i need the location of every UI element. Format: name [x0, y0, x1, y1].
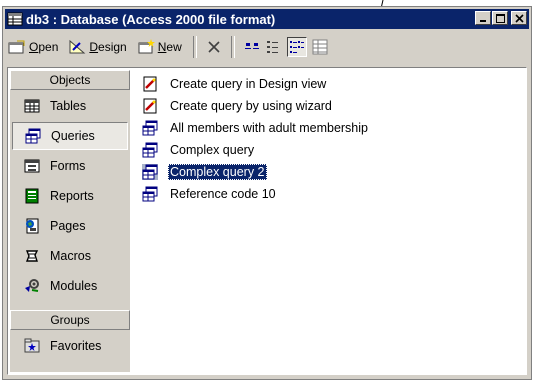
sidebar-item-label: Reports	[50, 189, 94, 203]
minimize-icon	[480, 20, 486, 22]
query-icon	[25, 128, 41, 144]
sidebar-item-pages[interactable]: Pages	[12, 212, 128, 240]
report-icon	[25, 188, 39, 204]
details-view-button[interactable]	[311, 38, 329, 56]
list-item[interactable]: Create query in Design view	[142, 74, 370, 94]
objects-bar: Objects Tables Queries Forms Reports Pag…	[10, 70, 130, 372]
page-icon	[26, 218, 39, 234]
database-window-icon	[7, 12, 23, 26]
objects-header[interactable]: Objects	[10, 70, 130, 90]
small-icons-view-button[interactable]	[265, 38, 283, 56]
list-item-label: Complex query 2	[168, 164, 267, 180]
list-item[interactable]: Reference code 10	[142, 184, 370, 204]
list-item-label: All members with adult membership	[170, 121, 368, 135]
new-label: New	[157, 40, 182, 54]
open-icon	[8, 40, 25, 54]
module-icon	[25, 279, 39, 292]
list-item-selected[interactable]: Complex query 2	[142, 162, 370, 182]
list-item[interactable]: Complex query	[142, 140, 370, 160]
list-view-icon	[289, 41, 304, 53]
toolbar-separator	[230, 36, 235, 58]
sidebar-item-label: Macros	[50, 249, 91, 263]
details-view-icon	[312, 39, 328, 55]
query-icon	[142, 120, 158, 136]
wizard-icon	[143, 98, 157, 114]
title-bar[interactable]: db3 : Database (Access 2000 file format)	[5, 9, 529, 29]
list-view-button[interactable]	[286, 37, 307, 57]
sidebar-item-label: Pages	[50, 219, 86, 233]
macro-icon	[25, 250, 39, 262]
open-label: Open	[29, 40, 59, 54]
list-item-label: Create query in Design view	[170, 77, 327, 91]
toolbar: Open Design New	[5, 33, 529, 61]
sidebar-item-queries[interactable]: Queries	[12, 122, 128, 150]
list-item-label: Complex query	[170, 143, 255, 157]
design-icon	[69, 39, 86, 54]
toolbar-separator	[192, 36, 197, 58]
sidebar-item-forms[interactable]: Forms	[12, 152, 128, 180]
delete-icon	[208, 41, 220, 53]
sidebar-item-label: Forms	[50, 159, 86, 173]
sidebar-item-reports[interactable]: Reports	[12, 182, 128, 210]
object-list: Create query in Design view Create query…	[142, 74, 370, 206]
groups-header[interactable]: Groups	[10, 310, 130, 330]
sidebar-item-tables[interactable]: Tables	[12, 92, 128, 120]
large-icons-view-icon	[244, 43, 259, 49]
design-view-wizard-icon	[143, 76, 157, 92]
new-icon	[138, 39, 155, 54]
table-icon	[24, 99, 40, 113]
open-button[interactable]: Open	[5, 37, 61, 57]
list-item-label: Create query by using wizard	[170, 99, 332, 113]
large-icons-view-button[interactable]	[243, 38, 261, 56]
minimize-button[interactable]	[475, 11, 491, 25]
favorites-icon	[24, 338, 40, 353]
list-item-label: Reference code 10	[170, 187, 276, 201]
new-button[interactable]: New	[134, 37, 185, 57]
query-icon	[142, 186, 158, 202]
query-icon	[142, 164, 158, 180]
sidebar-item-modules[interactable]: Modules	[12, 272, 128, 300]
sidebar-item-label: Modules	[50, 279, 98, 293]
maximize-button[interactable]	[492, 11, 508, 25]
list-item[interactable]: Create query by using wizard	[142, 96, 370, 116]
small-icons-view-icon	[266, 41, 278, 53]
maximize-icon	[495, 13, 505, 23]
sidebar-item-label: Favorites	[50, 339, 102, 353]
design-label: Design	[89, 40, 127, 54]
close-button[interactable]	[511, 11, 527, 25]
window-controls	[474, 11, 527, 25]
form-icon	[24, 159, 40, 173]
close-icon	[514, 13, 524, 23]
list-item[interactable]: All members with adult membership	[142, 118, 370, 138]
query-icon	[142, 142, 158, 158]
sidebar-item-macros[interactable]: Macros	[12, 242, 128, 270]
database-window: db3 : Database (Access 2000 file format)…	[2, 6, 532, 380]
database-body: Objects Tables Queries Forms Reports Pag…	[7, 67, 527, 375]
sidebar-item-label: Queries	[51, 129, 95, 143]
sidebar-item-label: Tables	[50, 99, 87, 113]
sidebar-item-favorites[interactable]: Favorites	[12, 332, 128, 360]
window-title: db3 : Database (Access 2000 file format)	[26, 11, 276, 27]
design-button[interactable]: Design	[65, 37, 129, 57]
delete-button[interactable]	[205, 38, 223, 56]
